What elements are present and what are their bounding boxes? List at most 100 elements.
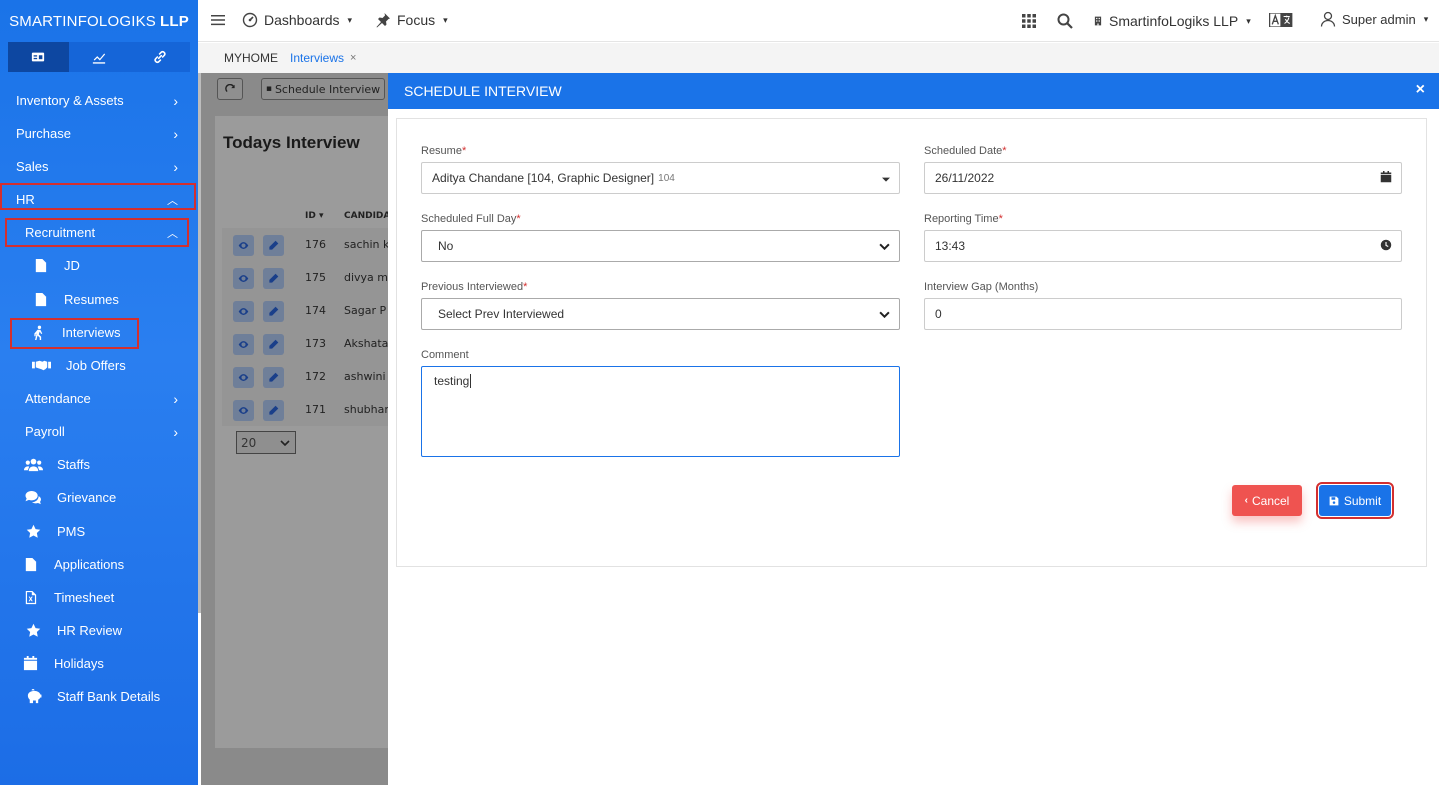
handshake-icon (30, 358, 52, 373)
sidebar-item-label: PMS (57, 524, 86, 539)
table-row: 176 sachin k (222, 230, 388, 260)
prev-interviewed-value: Select Prev Interviewed (438, 307, 565, 321)
sidebar-item-inventory[interactable]: Inventory & Assets › (0, 84, 198, 117)
scheduled-date-input[interactable]: 26/11/2022 (924, 162, 1402, 194)
sidebar-item-label: Payroll (25, 424, 65, 439)
schedule-interview-button[interactable]: ▪ Schedule Interview (261, 78, 385, 100)
view-button[interactable] (233, 268, 254, 289)
edit-button[interactable] (263, 334, 284, 355)
chart-icon (92, 53, 106, 64)
edit-button[interactable] (263, 301, 284, 322)
sidebar-item-job-offers[interactable]: Job Offers (0, 349, 198, 382)
column-header-candidate[interactable]: CANDIDA (344, 211, 390, 221)
view-button[interactable] (233, 367, 254, 388)
sidebar-item-grievance[interactable]: Grievance (0, 481, 198, 514)
focus-menu[interactable]: Focus ▾ (375, 12, 448, 28)
sidebar-item-staffs[interactable]: Staffs (0, 448, 198, 481)
edit-button[interactable] (263, 367, 284, 388)
sidebar-item-label: Timesheet (54, 590, 115, 605)
sidebar-item-pms[interactable]: PMS (0, 515, 198, 548)
sidebar-item-label: Resumes (64, 292, 119, 307)
column-header-id[interactable]: ID ▾ (305, 211, 324, 221)
translate-icon (1269, 13, 1293, 27)
sidebar-item-applications[interactable]: Applications (0, 548, 198, 581)
row-id: 173 (305, 337, 326, 350)
calendar-icon[interactable] (1380, 171, 1392, 186)
apps-grid-button[interactable] (1021, 13, 1037, 29)
interview-gap-input[interactable]: 0 (924, 298, 1402, 330)
user-menu[interactable]: Super admin ▾ (1320, 11, 1428, 27)
star-icon (23, 623, 43, 638)
reporting-time-input[interactable]: 13:43 (924, 230, 1402, 262)
close-tab-icon[interactable]: × (350, 52, 356, 64)
sidebar-item-hr-review[interactable]: HR Review (0, 614, 198, 647)
cancel-button[interactable]: ‹ Cancel (1232, 485, 1302, 516)
user-name: Super admin (1342, 11, 1416, 27)
sidebar-item-label: Holidays (54, 656, 104, 671)
full-day-select[interactable]: No (421, 230, 900, 262)
scheduled-date-value: 26/11/2022 (935, 171, 995, 185)
breadcrumb-home[interactable]: MYHOME (224, 51, 278, 65)
sidebar-item-payroll[interactable]: Payroll › (0, 415, 198, 448)
save-icon (1329, 496, 1339, 505)
caret-down-icon: ▾ (347, 14, 353, 25)
comment-value: testing (434, 374, 470, 388)
submit-button[interactable]: Submit (1316, 482, 1394, 519)
link-icon (154, 50, 166, 64)
chevron-right-icon: › (173, 390, 178, 407)
hamburger-menu-button[interactable] (210, 12, 226, 28)
required-marker: * (1002, 145, 1007, 157)
chevron-right-icon: › (173, 92, 178, 109)
sidebar-item-timesheet[interactable]: Timesheet (0, 581, 198, 614)
pencil-icon (269, 306, 279, 316)
refresh-button[interactable] (217, 78, 243, 100)
sidebar-item-jd[interactable]: JD (0, 249, 198, 282)
edit-button[interactable] (263, 400, 284, 421)
sidebar-item-sales[interactable]: Sales › (0, 150, 198, 183)
tab-links[interactable] (129, 42, 191, 72)
prev-interviewed-select[interactable]: Select Prev Interviewed (421, 298, 900, 330)
resume-select[interactable]: Aditya Chandane [104, Graphic Designer] 1… (421, 162, 900, 194)
edit-button[interactable] (263, 235, 284, 256)
resume-extra: 104 (658, 172, 675, 184)
brand-logo[interactable]: SMARTINFOLOGIKS LLP (0, 0, 198, 42)
row-candidate: Sagar P (344, 304, 387, 317)
sidebar-item-holidays[interactable]: Holidays (0, 647, 198, 680)
dashboards-menu[interactable]: Dashboards ▾ (242, 12, 352, 28)
page-size-value: 20 (241, 435, 257, 450)
sidebar-item-label: Inventory & Assets (16, 93, 124, 108)
sidebar-item-attendance[interactable]: Attendance › (0, 382, 198, 415)
required-marker: * (523, 281, 528, 293)
close-icon[interactable]: × (1416, 81, 1425, 99)
sidebar-tabs (8, 42, 191, 72)
comment-textarea[interactable]: testing (421, 366, 900, 457)
resume-label: Resume* (421, 145, 466, 157)
table-row: 173 Akshata (222, 329, 388, 359)
calendar-icon: ▪ (265, 84, 272, 94)
edit-button[interactable] (263, 268, 284, 289)
tab-reports[interactable] (68, 42, 130, 72)
view-button[interactable] (233, 334, 254, 355)
view-button[interactable] (233, 235, 254, 256)
breadcrumb-current[interactable]: Interviews (290, 51, 344, 65)
file-icon (20, 557, 40, 572)
clock-icon[interactable] (1380, 239, 1392, 254)
company-switcher[interactable]: SmartinfoLogiks LLP ▾ (1093, 13, 1251, 29)
view-button[interactable] (233, 400, 254, 421)
view-button[interactable] (233, 301, 254, 322)
sidebar-item-staff-bank[interactable]: Staff Bank Details (0, 680, 198, 713)
tab-modules[interactable] (8, 42, 69, 72)
submit-label: Submit (1343, 493, 1382, 508)
piggy-bank-icon (23, 689, 43, 704)
row-id: 171 (305, 403, 326, 416)
resume-value: Aditya Chandane [104, Graphic Designer] (432, 171, 655, 185)
search-button[interactable] (1057, 13, 1073, 29)
sidebar-item-label: Applications (54, 557, 125, 572)
interview-gap-label: Interview Gap (Months) (924, 281, 1039, 293)
sidebar-item-resumes[interactable]: Resumes (0, 283, 198, 316)
sidebar-item-purchase[interactable]: Purchase › (0, 117, 198, 150)
language-button[interactable] (1268, 13, 1294, 27)
page-size-select[interactable]: 20 (236, 431, 296, 454)
dashboards-label: Dashboards (264, 12, 340, 28)
scheduled-date-label: Scheduled Date* (924, 145, 1007, 157)
